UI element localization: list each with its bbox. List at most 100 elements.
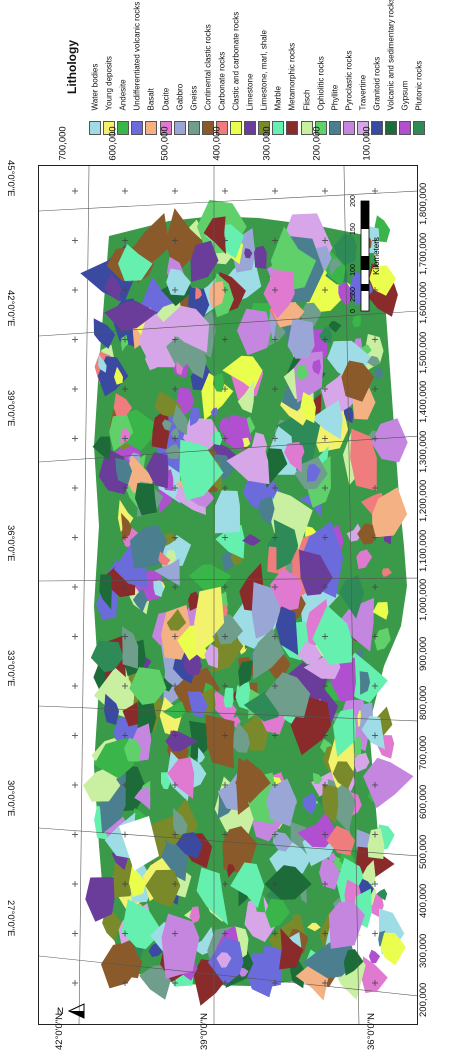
legend-item-label: Plutonic rocks [414, 60, 424, 111]
legend-item: Dacite [159, 0, 173, 135]
legend-item-label: Ophiolitic rocks [316, 56, 326, 111]
lithology-unit [254, 245, 267, 269]
easting-tick-label: 300,000 [261, 126, 273, 161]
northing-tick-label: 500,000 [418, 834, 429, 869]
legend: Lithology Water bodies Young deposits Ande… [60, 0, 426, 135]
lithology-unit [380, 932, 406, 966]
northing-tick-label: 800,000 [418, 685, 429, 720]
legend-swatch [230, 121, 242, 135]
legend-item-label: Andesite [118, 79, 128, 111]
scale-unit: Kilometers [372, 237, 381, 275]
northing-tick-label: 1,600,000 [418, 281, 429, 324]
legend-swatch [145, 121, 158, 135]
longitude-label: 42°0'0"E [5, 290, 16, 327]
easting-tick-label: 100,000 [361, 126, 373, 161]
legend-item: Plutonic rocks [412, 0, 426, 135]
longitude-label: 45°0'0"E [5, 160, 16, 197]
northing-tick-label: 200,000 [418, 982, 429, 1017]
northing-tick-label: 400,000 [418, 883, 429, 918]
legend-item: Continental clastic rocks [201, 0, 215, 135]
legend-item-label: Undifferentiated volcanic rocks [132, 1, 142, 111]
legend-item: Andesite [116, 0, 130, 135]
legend-item-label: Water bodies [90, 63, 100, 111]
legend-item-label: Marble [273, 86, 283, 111]
easting-tick-label: 500,000 [159, 126, 171, 161]
northing-tick-label: 1,700,000 [418, 232, 429, 275]
legend-item-label: Volcanic and sedimentary rocks [386, 0, 396, 111]
longitude-label: 30°0'0"E [5, 780, 16, 817]
legend-item-label: Gneiss [189, 85, 199, 111]
easting-tick-label: 700,000 [57, 126, 69, 161]
legend-item-label: Limestone [245, 73, 255, 111]
legend-item: Limestone, marl, shale [257, 0, 271, 135]
legend-item-label: Basalt [146, 88, 156, 111]
lithology-unit [368, 949, 381, 964]
northing-tick-label: 1,400,000 [418, 380, 429, 423]
legend-item: Travertine [356, 0, 370, 135]
northing-tick-label: 900,000 [418, 636, 429, 671]
legend-item: Carbonate rocks [215, 0, 229, 135]
legend-item: Volcanic and sedimentary rocks [384, 0, 398, 135]
legend-item: Marble [271, 0, 285, 135]
legend-swatch [286, 121, 299, 135]
legend-item: Gabbro [173, 0, 187, 135]
northing-tick-label: 1,000,000 [418, 578, 429, 621]
legend-swatch [89, 121, 101, 135]
legend-item: Clastic and carbonate rocks [229, 0, 243, 135]
northing-tick-label: 1,800,000 [418, 182, 429, 225]
legend-item: Metamorphic rocks [285, 0, 299, 135]
legend-item-label: Dacite [161, 87, 170, 111]
lithology-unit [85, 877, 115, 922]
legend-item: Undifferentiated volcanic rocks [130, 0, 144, 135]
legend-swatch [399, 121, 412, 135]
legend-item: Young deposits [102, 0, 116, 135]
legend-item: Phyllite [328, 0, 342, 135]
northing-tick-label: 600,000 [418, 784, 429, 819]
legend-item-label: Gypsum [400, 80, 410, 111]
lithology-map: Kilometers N 02550100150200 [39, 166, 417, 1024]
northing-tick-label: 300,000 [418, 933, 429, 968]
easting-tick-label: 600,000 [107, 126, 119, 161]
latitude-label: 39°0'0"N [199, 1013, 210, 1050]
lithology-unit [223, 687, 234, 708]
legend-swatch [173, 121, 186, 135]
legend-item-label: Carbonate rocks [217, 51, 227, 111]
legend-swatch [131, 121, 144, 135]
legend-item-label: Granitoid rocks [372, 56, 382, 111]
legend-swatch [117, 121, 130, 135]
northing-tick-label: 1,500,000 [418, 331, 429, 374]
latitude-label: 42°0'0"N [54, 1013, 65, 1050]
legend-item: Basalt [144, 0, 158, 135]
map-frame: Kilometers N 0 25 50 100 150 200 [38, 165, 418, 1025]
longitude-label: 33°0'0"E [5, 650, 16, 687]
legend-swatch [187, 121, 200, 135]
legend-item-label: Phyllite [330, 84, 340, 111]
legend-item: Gneiss [187, 0, 201, 135]
easting-tick-label: 200,000 [311, 126, 323, 161]
legend-item: Gypsum [398, 0, 412, 135]
legend-item-label: Limestone, marl, shale [259, 30, 269, 111]
scale-tick-label: 50 [350, 287, 357, 295]
northing-tick-label: 700,000 [418, 735, 429, 770]
scale-tick-label: 200 [350, 195, 357, 207]
northing-tick-label: 1,200,000 [418, 479, 429, 522]
legend-swatch [413, 121, 426, 135]
longitude-label: 36°0'0"E [5, 525, 16, 562]
legend-swatch [385, 121, 398, 135]
longitude-label: 27°0'0"E [5, 900, 16, 937]
legend-item-label: Young deposits [104, 56, 114, 111]
legend-item: Pyroclastic rocks [342, 0, 356, 135]
legend-item-label: Pyroclastic rocks [344, 50, 354, 111]
northing-tick-label: 1,100,000 [418, 529, 429, 572]
legend-item-label: Gabbro [175, 83, 185, 111]
legend-item-label: Travertine [358, 74, 368, 111]
latitude-label: 36°0'0"N [366, 1013, 377, 1050]
legend-item-label: Flisch [302, 89, 311, 111]
legend-item-label: Continental clastic rocks [203, 24, 213, 111]
legend-item: Granitoid rocks [370, 0, 384, 135]
legend-swatch [342, 121, 355, 135]
legend-title: Lithology [65, 40, 79, 94]
legend-item: Flisch [300, 0, 314, 135]
scale-tick-label: 100 [350, 264, 357, 276]
legend-item-label: Clastic and carbonate rocks [231, 11, 241, 111]
